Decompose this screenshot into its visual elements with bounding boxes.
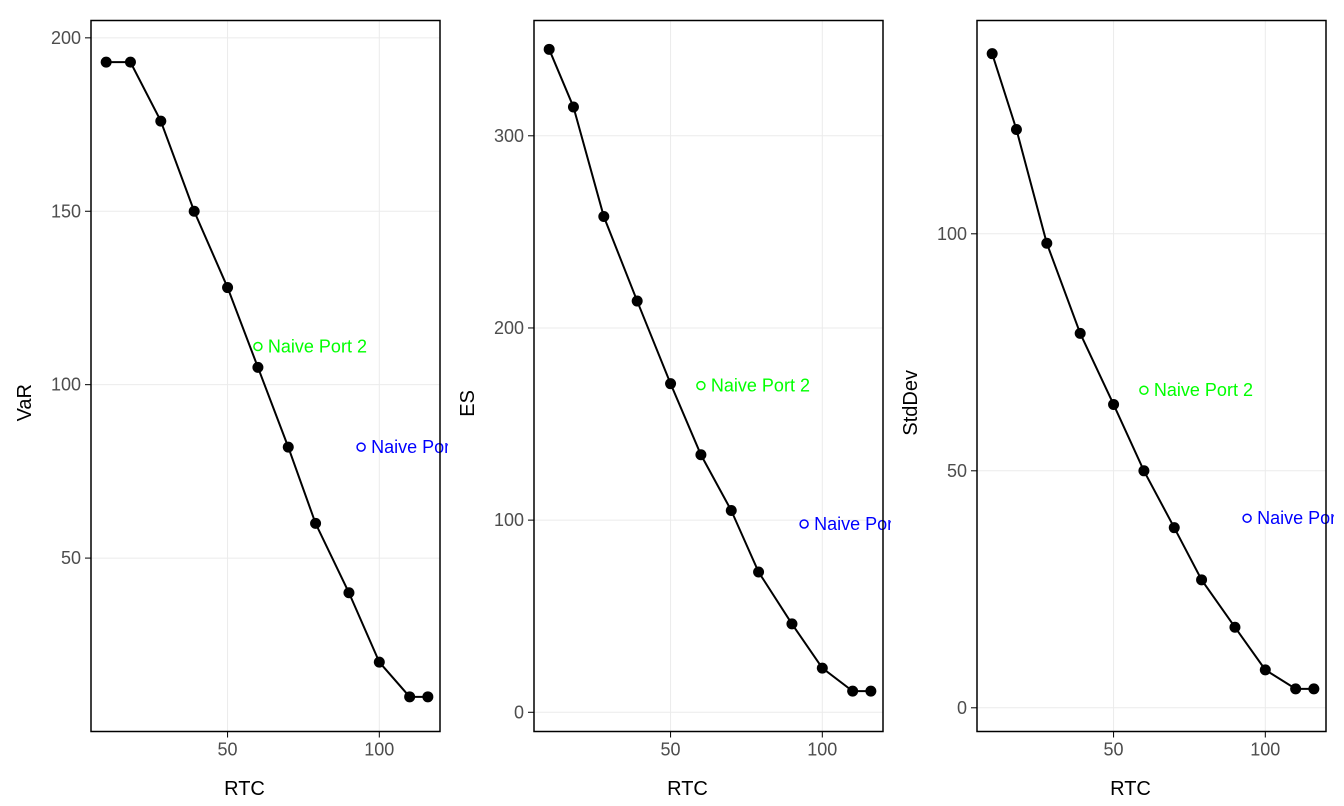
charts-container: VaR Naive Port 2Naive Port 1501005010015… <box>10 10 1334 796</box>
data-point <box>544 44 555 55</box>
data-point <box>155 116 166 127</box>
y-tick-label: 100 <box>494 510 524 530</box>
data-point <box>1075 328 1086 339</box>
data-point <box>726 505 737 516</box>
data-point <box>1169 522 1180 533</box>
x-axis-label: RTC <box>484 774 891 801</box>
y-axis-label: VaR <box>10 384 41 421</box>
x-tick-label: 50 <box>661 740 681 760</box>
y-tick-label: 200 <box>51 28 81 48</box>
data-point <box>786 618 797 629</box>
y-tick-label: 50 <box>61 548 81 568</box>
data-point <box>568 101 579 112</box>
data-point <box>1011 124 1022 135</box>
y-axis-label: ES <box>453 390 484 417</box>
data-point <box>283 442 294 453</box>
x-tick-label: 50 <box>218 740 238 760</box>
data-point <box>125 57 136 68</box>
data-point <box>695 449 706 460</box>
annotation-label: Naive Port 1 <box>1257 508 1334 528</box>
data-point <box>222 282 233 293</box>
annotation-label: Naive Port 1 <box>371 437 448 457</box>
plot-area-es: Naive Port 2 Naive Port 1 50 100 0 100 200 300 <box>484 10 891 774</box>
naive-point <box>697 382 705 390</box>
data-point <box>1290 683 1301 694</box>
annotation-label: Naive Port 1 <box>814 514 891 534</box>
x-tick-label: 100 <box>364 740 394 760</box>
naive-point <box>800 520 808 528</box>
chart-panel-es: ES Naive Port 2 Naive Port 1 50 100 0 100 200 3… <box>453 10 891 796</box>
plot-area-stddev: Naive Port 2 Naive Port 1 50 100 0 50 100 <box>927 10 1334 774</box>
y-tick-label: 0 <box>957 698 967 718</box>
data-point <box>189 206 200 217</box>
y-tick-label: 150 <box>51 201 81 221</box>
data-point <box>847 686 858 697</box>
data-point <box>404 691 415 702</box>
y-tick-label: 0 <box>514 702 524 722</box>
chart-panel-var: VaR Naive Port 2Naive Port 1501005010015… <box>10 10 448 796</box>
data-point <box>343 587 354 598</box>
x-tick-label: 100 <box>1250 740 1280 760</box>
annotation-label: Naive Port 2 <box>1154 380 1253 400</box>
data-point <box>101 57 112 68</box>
data-point <box>598 211 609 222</box>
chart-panel-stddev: StdDev Naive Port 2 Naive Port 1 50 100 0 50 1… <box>896 10 1334 796</box>
x-axis-label: RTC <box>41 774 448 801</box>
data-point <box>1260 664 1271 675</box>
y-axis-label: StdDev <box>896 370 927 436</box>
y-tick-label: 300 <box>494 126 524 146</box>
naive-point <box>357 443 365 451</box>
data-point <box>252 362 263 373</box>
naive-point <box>1243 514 1251 522</box>
data-point <box>1138 465 1149 476</box>
data-point <box>817 663 828 674</box>
data-point <box>753 567 764 578</box>
x-axis-label: RTC <box>927 774 1334 801</box>
data-point <box>310 518 321 529</box>
data-point <box>865 686 876 697</box>
x-tick-label: 50 <box>1104 740 1124 760</box>
y-tick-label: 200 <box>494 318 524 338</box>
data-point <box>1041 238 1052 249</box>
data-point <box>632 296 643 307</box>
naive-point <box>1140 386 1148 394</box>
data-point <box>374 657 385 668</box>
data-point <box>987 48 998 59</box>
y-tick-label: 50 <box>947 461 967 481</box>
plot-area-var: Naive Port 2Naive Port 15010050100150200 <box>41 10 448 774</box>
y-tick-label: 100 <box>51 375 81 395</box>
annotation-label: Naive Port 2 <box>268 337 367 357</box>
data-point <box>665 378 676 389</box>
data-point <box>1108 399 1119 410</box>
data-point <box>1196 574 1207 585</box>
naive-point <box>254 343 262 351</box>
data-point <box>422 691 433 702</box>
data-point <box>1308 683 1319 694</box>
data-point <box>1229 622 1240 633</box>
x-tick-label: 100 <box>807 740 837 760</box>
annotation-label: Naive Port 2 <box>711 376 810 396</box>
y-tick-label: 100 <box>937 224 967 244</box>
